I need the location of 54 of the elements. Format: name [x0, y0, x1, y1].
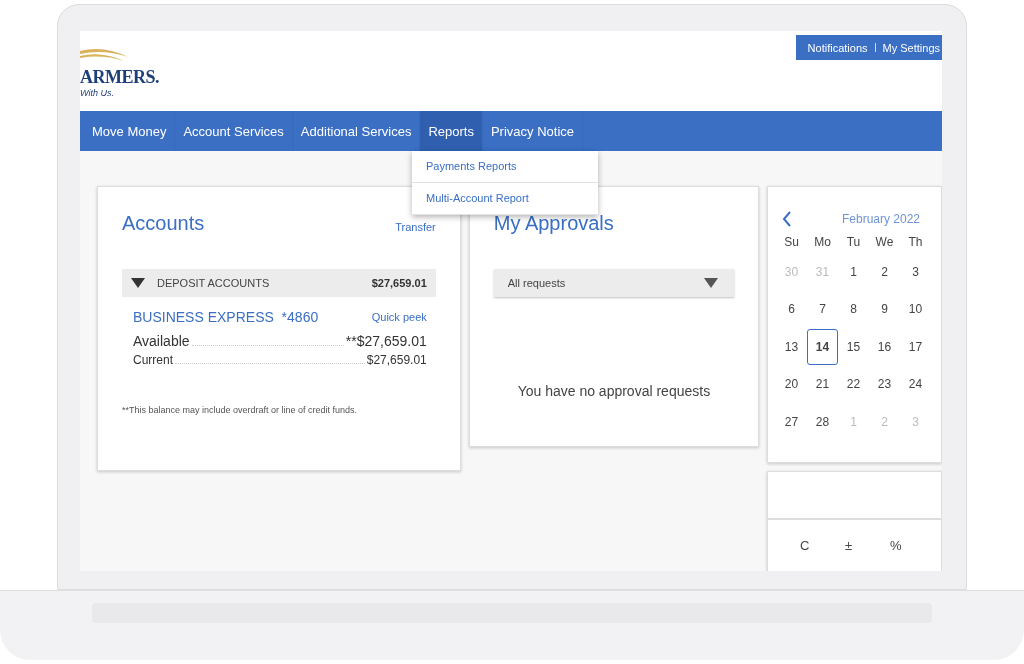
- account-name-link[interactable]: BUSINESS EXPRESS *4860: [133, 309, 319, 325]
- weekday-label: We: [874, 234, 895, 251]
- calendar-day[interactable]: 27: [776, 403, 807, 441]
- calendar-day[interactable]: 7: [807, 290, 838, 328]
- calendar-day[interactable]: 20: [776, 365, 807, 403]
- month-label: February 2022: [841, 212, 920, 226]
- calendar-day[interactable]: 14: [807, 329, 838, 365]
- account-group-header[interactable]: DEPOSIT ACCOUNTS $27,659.01: [122, 269, 436, 297]
- calendar-day[interactable]: 8: [838, 290, 869, 328]
- calendar-day[interactable]: 13: [776, 328, 807, 366]
- calendar-day[interactable]: 22: [838, 365, 869, 403]
- weekday-label: Su: [783, 234, 800, 251]
- calculator-key[interactable]: %: [880, 538, 925, 553]
- calendar-day[interactable]: 17: [900, 328, 931, 366]
- card-title: Accounts: [122, 212, 205, 235]
- filter-select[interactable]: All requests: [493, 269, 734, 297]
- logo-text: ARMERS.: [80, 67, 159, 88]
- top-link[interactable]: Notifications: [807, 41, 868, 54]
- calendar-day[interactable]: 15: [838, 328, 869, 366]
- empty-message: You have no approval requests: [516, 383, 712, 399]
- logo-tagline: With Us.: [80, 88, 114, 98]
- calendar-day[interactable]: 24: [900, 365, 931, 403]
- transfer-link[interactable]: Transfer: [395, 221, 436, 233]
- card-title: My Approvals: [493, 212, 614, 235]
- calendar-day[interactable]: 21: [807, 365, 838, 403]
- balance-value: **$27,659.01: [345, 333, 427, 349]
- nav-tab[interactable]: Move Money: [84, 111, 176, 151]
- calculator-key[interactable]: ±: [835, 538, 880, 553]
- calendar-day[interactable]: 28: [807, 403, 838, 441]
- balance-label: Current: [133, 353, 173, 367]
- footnote: **This balance may include overdraft or line of credit funds.: [122, 405, 359, 415]
- calculator-key[interactable]: C: [790, 538, 835, 553]
- weekday-label: Mo: [813, 234, 832, 251]
- group-label: DEPOSIT ACCOUNTS: [157, 277, 271, 289]
- quick-peek-link[interactable]: Quick peek: [371, 311, 427, 323]
- calendar-day[interactable]: 2: [869, 253, 900, 291]
- previous-month-icon[interactable]: [782, 211, 792, 227]
- nav-tab[interactable]: Account Services: [175, 111, 293, 151]
- nav-tab[interactable]: Reports: [420, 111, 483, 151]
- calendar-day[interactable]: 16: [869, 328, 900, 366]
- calendar-day[interactable]: 6: [776, 290, 807, 328]
- calendar-day[interactable]: 1: [838, 253, 869, 291]
- balance-label: Available: [133, 333, 190, 349]
- caret-icon: [704, 278, 718, 288]
- balance-value: $27,659.01: [366, 353, 427, 367]
- group-total: $27,659.01: [371, 277, 427, 289]
- weekday-label: Th: [907, 234, 924, 251]
- calendar-day[interactable]: 10: [900, 290, 931, 328]
- calendar-day[interactable]: 23: [869, 365, 900, 403]
- weekday-label: Tu: [845, 234, 862, 251]
- calendar-day[interactable]: 9: [869, 290, 900, 328]
- menu-item[interactable]: Payments Reports: [412, 151, 598, 183]
- calendar-day[interactable]: 3: [900, 253, 931, 291]
- top-link[interactable]: My Settings: [882, 41, 940, 54]
